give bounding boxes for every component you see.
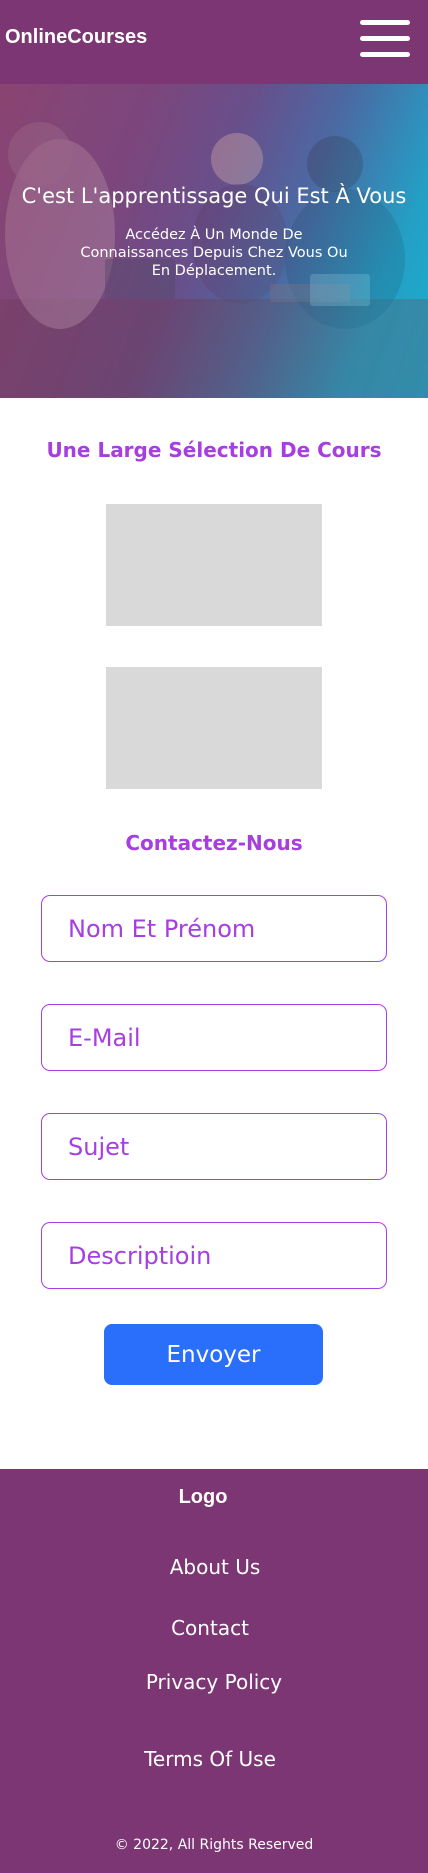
- course-card-placeholder[interactable]: [106, 667, 322, 789]
- contact-section-title: Contactez-Nous: [125, 831, 303, 855]
- course-card-placeholder[interactable]: [106, 504, 322, 626]
- menu-bar-top: [360, 20, 410, 25]
- hamburger-menu-icon[interactable]: [360, 20, 410, 58]
- menu-bar-middle: [360, 36, 410, 41]
- email-input[interactable]: [41, 1004, 387, 1071]
- footer: Logo About Us Contact Privacy Policy Ter…: [0, 1469, 428, 1873]
- brand-name[interactable]: OnlineCourses: [5, 26, 147, 49]
- hero-subtitle: Accédez À Un Monde De Connaissances Depu…: [80, 227, 348, 279]
- footer-logo[interactable]: Logo: [0, 1486, 406, 1509]
- hero-title: C'est L'apprentissage Qui Est À Vous: [21, 184, 407, 208]
- footer-link-terms-of-use[interactable]: Terms Of Use: [0, 1747, 420, 1771]
- footer-link-about-us[interactable]: About Us: [0, 1555, 428, 1579]
- courses-section-title: Une Large Sélection De Cours: [46, 438, 382, 462]
- hero-banner: C'est L'apprentissage Qui Est À Vous Acc…: [0, 84, 428, 398]
- subject-input[interactable]: [41, 1113, 387, 1180]
- name-input[interactable]: [41, 895, 387, 962]
- footer-link-contact[interactable]: Contact: [0, 1616, 420, 1640]
- send-button[interactable]: Envoyer: [104, 1324, 323, 1385]
- footer-link-privacy-policy[interactable]: Privacy Policy: [0, 1670, 428, 1694]
- menu-bar-bottom: [360, 52, 410, 57]
- description-input[interactable]: [41, 1222, 387, 1289]
- copyright-text: © 2022, All Rights Reserved: [114, 1837, 314, 1853]
- top-navbar: OnlineCourses: [0, 0, 428, 84]
